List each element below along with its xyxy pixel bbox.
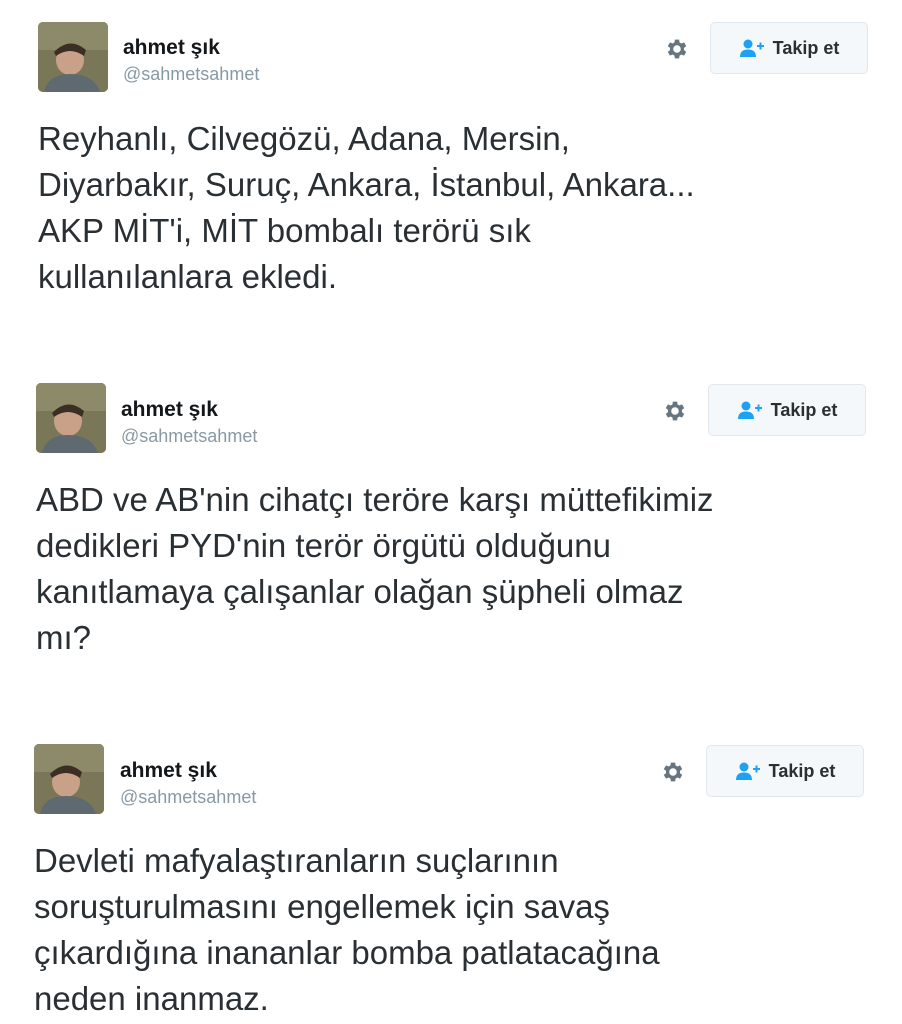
avatar[interactable] xyxy=(38,22,108,92)
gear-icon[interactable] xyxy=(664,36,690,62)
tweet-line: dedikleri PYD'nin terör örgütü olduğunu xyxy=(36,527,611,564)
user-handle[interactable]: @sahmetsahmet xyxy=(121,425,257,447)
tweet-2: ahmet şık @sahmetsahmet Takip et ABD ve … xyxy=(0,361,902,721)
tweet-line: Reyhanlı, Cilvegözü, Adana, Mersin, xyxy=(38,120,570,157)
user-handle[interactable]: @sahmetsahmet xyxy=(123,63,259,85)
tweet-line: Devleti mafyalaştıranların suçlarının xyxy=(34,842,559,879)
tweet-line: neden inanmaz. xyxy=(34,980,269,1017)
tweet-line: AKP MİT'i, MİT bombalı terörü sık xyxy=(38,212,531,249)
add-user-icon xyxy=(735,761,761,781)
gear-icon[interactable] xyxy=(662,398,688,424)
tweet-line: kullanılanlara ekledi. xyxy=(38,258,338,295)
add-user-icon xyxy=(737,400,763,420)
user-handle[interactable]: @sahmetsahmet xyxy=(120,786,256,808)
gear-icon[interactable] xyxy=(660,759,686,785)
tweet-line: mı? xyxy=(36,619,92,656)
display-name[interactable]: ahmet şık xyxy=(120,759,217,783)
follow-button[interactable]: Takip et xyxy=(708,384,866,436)
tweet-line: soruşturulmasını engellemek için savaş xyxy=(34,888,610,925)
tweet-3: ahmet şık @sahmetsahmet Takip et Devleti… xyxy=(0,722,902,1024)
display-name[interactable]: ahmet şık xyxy=(123,36,220,60)
tweet-line: kanıtlamaya çalışanlar olağan şüpheli ol… xyxy=(36,573,684,610)
follow-button-label: Takip et xyxy=(770,399,838,420)
tweet-text: Reyhanlı, Cilvegözü, Adana, Mersin, Diya… xyxy=(38,116,695,300)
tweet-1: ahmet şık @sahmetsahmet Takip et Reyhanl… xyxy=(0,0,902,360)
add-user-icon xyxy=(739,38,765,58)
tweet-text: ABD ve AB'nin cihatçı teröre karşı mütte… xyxy=(36,477,714,661)
follow-button[interactable]: Takip et xyxy=(706,745,864,797)
follow-button[interactable]: Takip et xyxy=(710,22,868,74)
tweet-line: çıkardığına inananlar bomba patlatacağın… xyxy=(34,934,660,971)
avatar[interactable] xyxy=(34,744,104,814)
tweet-line: ABD ve AB'nin cihatçı teröre karşı mütte… xyxy=(36,481,714,518)
tweet-text: Devleti mafyalaştıranların suçlarının so… xyxy=(34,838,660,1022)
display-name[interactable]: ahmet şık xyxy=(121,398,218,422)
follow-button-label: Takip et xyxy=(768,760,836,781)
avatar[interactable] xyxy=(36,383,106,453)
tweet-line: Diyarbakır, Suruç, Ankara, İstanbul, Ank… xyxy=(38,166,695,203)
follow-button-label: Takip et xyxy=(772,37,840,58)
